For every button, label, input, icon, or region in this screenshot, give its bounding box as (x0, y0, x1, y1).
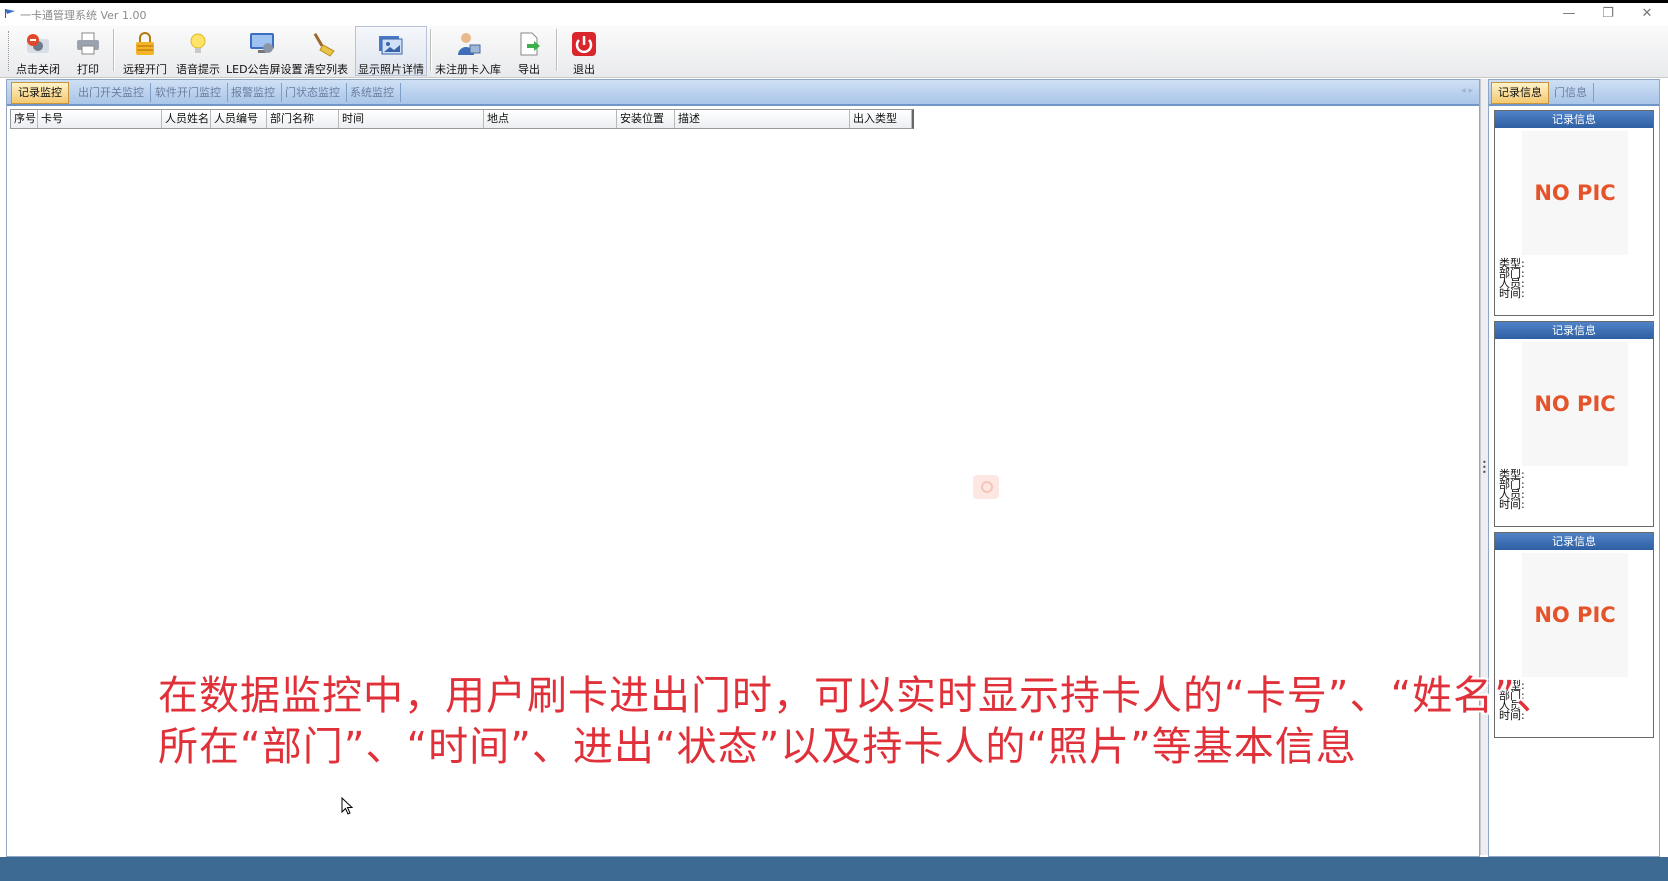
column-header-person-id[interactable]: 人员编号 (211, 110, 267, 128)
mouse-cursor-icon (341, 797, 353, 815)
column-header-index[interactable]: 序号 (11, 110, 38, 128)
no-pic-label: NO PIC (1534, 181, 1616, 205)
card-title: 记录信息 (1495, 533, 1653, 550)
column-header-department[interactable]: 部门名称 (267, 110, 339, 128)
column-header-entry-type[interactable]: 出入类型 (850, 110, 912, 128)
tab-record-monitor[interactable]: 记录监控 (11, 82, 69, 104)
toolbar-label: 远程开门 (123, 63, 167, 76)
card-title: 记录信息 (1495, 111, 1653, 128)
tab-door-status-monitor[interactable]: 门状态监控 (279, 83, 347, 102)
record-card: 记录信息 NO PIC 类型: 部门: 人员: 时间: (1494, 110, 1654, 316)
window-title: 一卡通管理系统 Ver 1.00 (20, 9, 147, 22)
column-header-location[interactable]: 地点 (484, 110, 617, 128)
photo-details-icon (379, 36, 403, 55)
toolbar-label: 点击关闭 (16, 63, 60, 76)
remote-open-door-button[interactable]: 远程开门 (120, 27, 170, 76)
toolbar-separator (556, 29, 558, 71)
tab-alarm-monitor[interactable]: 报警监控 (225, 83, 282, 102)
exit-button[interactable]: 退出 (564, 27, 604, 76)
app-flag-icon (5, 9, 15, 18)
toolbar-grip[interactable] (8, 31, 11, 71)
field-time: 时间: (1499, 287, 1525, 300)
photo-placeholder: NO PIC (1522, 342, 1628, 466)
caption-line-2: 所在“部门”、“时间”、进出“状态”以及持卡人的“照片”等基本信息 (158, 724, 1357, 770)
user-card-icon (458, 33, 481, 55)
tab-exit-switch-monitor[interactable]: 出门开关监控 (72, 83, 151, 102)
toolbar: 点击关闭 打印 远程开门 语音提示 LED公告屏设置 清空列表 显示照片详情 未… (0, 25, 1668, 78)
tab-software-open-monitor[interactable]: 软件开门监控 (149, 83, 228, 102)
splitter-grip-icon: • • • (1482, 458, 1487, 477)
column-header-time[interactable]: 时间 (339, 110, 484, 128)
right-tab-strip: 记录信息 门信息 (1489, 80, 1659, 106)
record-info-panel: 记录信息 门信息 记录信息 NO PIC 类型: 部门: 人员: 时间: 记录信… (1488, 79, 1660, 857)
card-title: 记录信息 (1495, 322, 1653, 339)
voice-prompt-button[interactable]: 语音提示 (174, 27, 222, 76)
no-pic-label: NO PIC (1534, 603, 1616, 627)
toolbar-label: 退出 (573, 63, 595, 76)
column-header-description[interactable]: 描述 (675, 110, 850, 128)
toolbar-label: 未注册卡入库 (435, 63, 501, 76)
tab-door-info[interactable]: 门信息 (1548, 83, 1594, 102)
clear-list-button[interactable]: 清空列表 (302, 27, 350, 76)
caption-line-1: 在数据监控中，用户刷卡进出门时，可以实时显示持卡人的“卡号”、“姓名”、 (158, 673, 1557, 719)
toolbar-label: 语音提示 (176, 63, 220, 76)
toolbar-separator (430, 29, 432, 71)
toolbar-label: 显示照片详情 (358, 63, 424, 76)
lightbulb-icon (190, 33, 206, 53)
toolbar-label: 清空列表 (304, 63, 348, 76)
tab-record-info[interactable]: 记录信息 (1491, 82, 1549, 104)
grid-header: 序号 卡号 人员姓名 人员编号 部门名称 时间 地点 安装位置 描述 出入类型 (10, 109, 914, 129)
camera-close-icon (27, 34, 49, 53)
toolbar-label: 打印 (77, 63, 99, 76)
field-time: 时间: (1499, 498, 1525, 511)
no-pic-label: NO PIC (1534, 392, 1616, 416)
toolbar-label: LED公告屏设置 (226, 63, 303, 76)
minimize-button[interactable]: — (1554, 5, 1584, 23)
record-card: 记录信息 NO PIC 类型: 部门: 人员: 时间: (1494, 321, 1654, 527)
tab-system-monitor[interactable]: 系统监控 (344, 83, 401, 102)
broom-icon (313, 32, 335, 57)
tab-scroll-controls[interactable]: ◂ ▸ (1461, 86, 1473, 96)
status-bar (0, 857, 1668, 881)
column-header-install-position[interactable]: 安装位置 (617, 110, 675, 128)
watermark-icon (973, 475, 999, 499)
toolbar-separator (113, 29, 115, 71)
title-bar: 一卡通管理系统 Ver 1.00 — ❐ ✕ (0, 3, 1668, 25)
photo-placeholder: NO PIC (1522, 553, 1628, 677)
close-window-button[interactable]: ✕ (1632, 5, 1662, 23)
show-photo-details-button[interactable]: 显示照片详情 (355, 26, 427, 76)
led-settings-button[interactable]: LED公告屏设置 (226, 27, 303, 76)
photo-placeholder: NO PIC (1522, 131, 1628, 255)
toolbar-close-button[interactable]: 点击关闭 (14, 27, 62, 76)
print-button[interactable]: 打印 (68, 27, 108, 76)
monitor-tab-strip: 记录监控 出门开关监控 软件开门监控 报警监控 门状态监控 系统监控 ◂ ▸ (7, 80, 1479, 106)
export-button[interactable]: 导出 (508, 27, 550, 76)
printer-icon (77, 32, 99, 55)
unregistered-card-button[interactable]: 未注册卡入库 (434, 27, 502, 76)
column-header-card-number[interactable]: 卡号 (38, 110, 162, 128)
maximize-button[interactable]: ❐ (1593, 5, 1623, 23)
lock-icon (136, 32, 154, 55)
column-header-name[interactable]: 人员姓名 (162, 110, 211, 128)
monitor-settings-icon (250, 33, 274, 53)
toolbar-label: 导出 (518, 63, 540, 76)
export-icon (520, 32, 540, 56)
power-icon (572, 32, 596, 56)
